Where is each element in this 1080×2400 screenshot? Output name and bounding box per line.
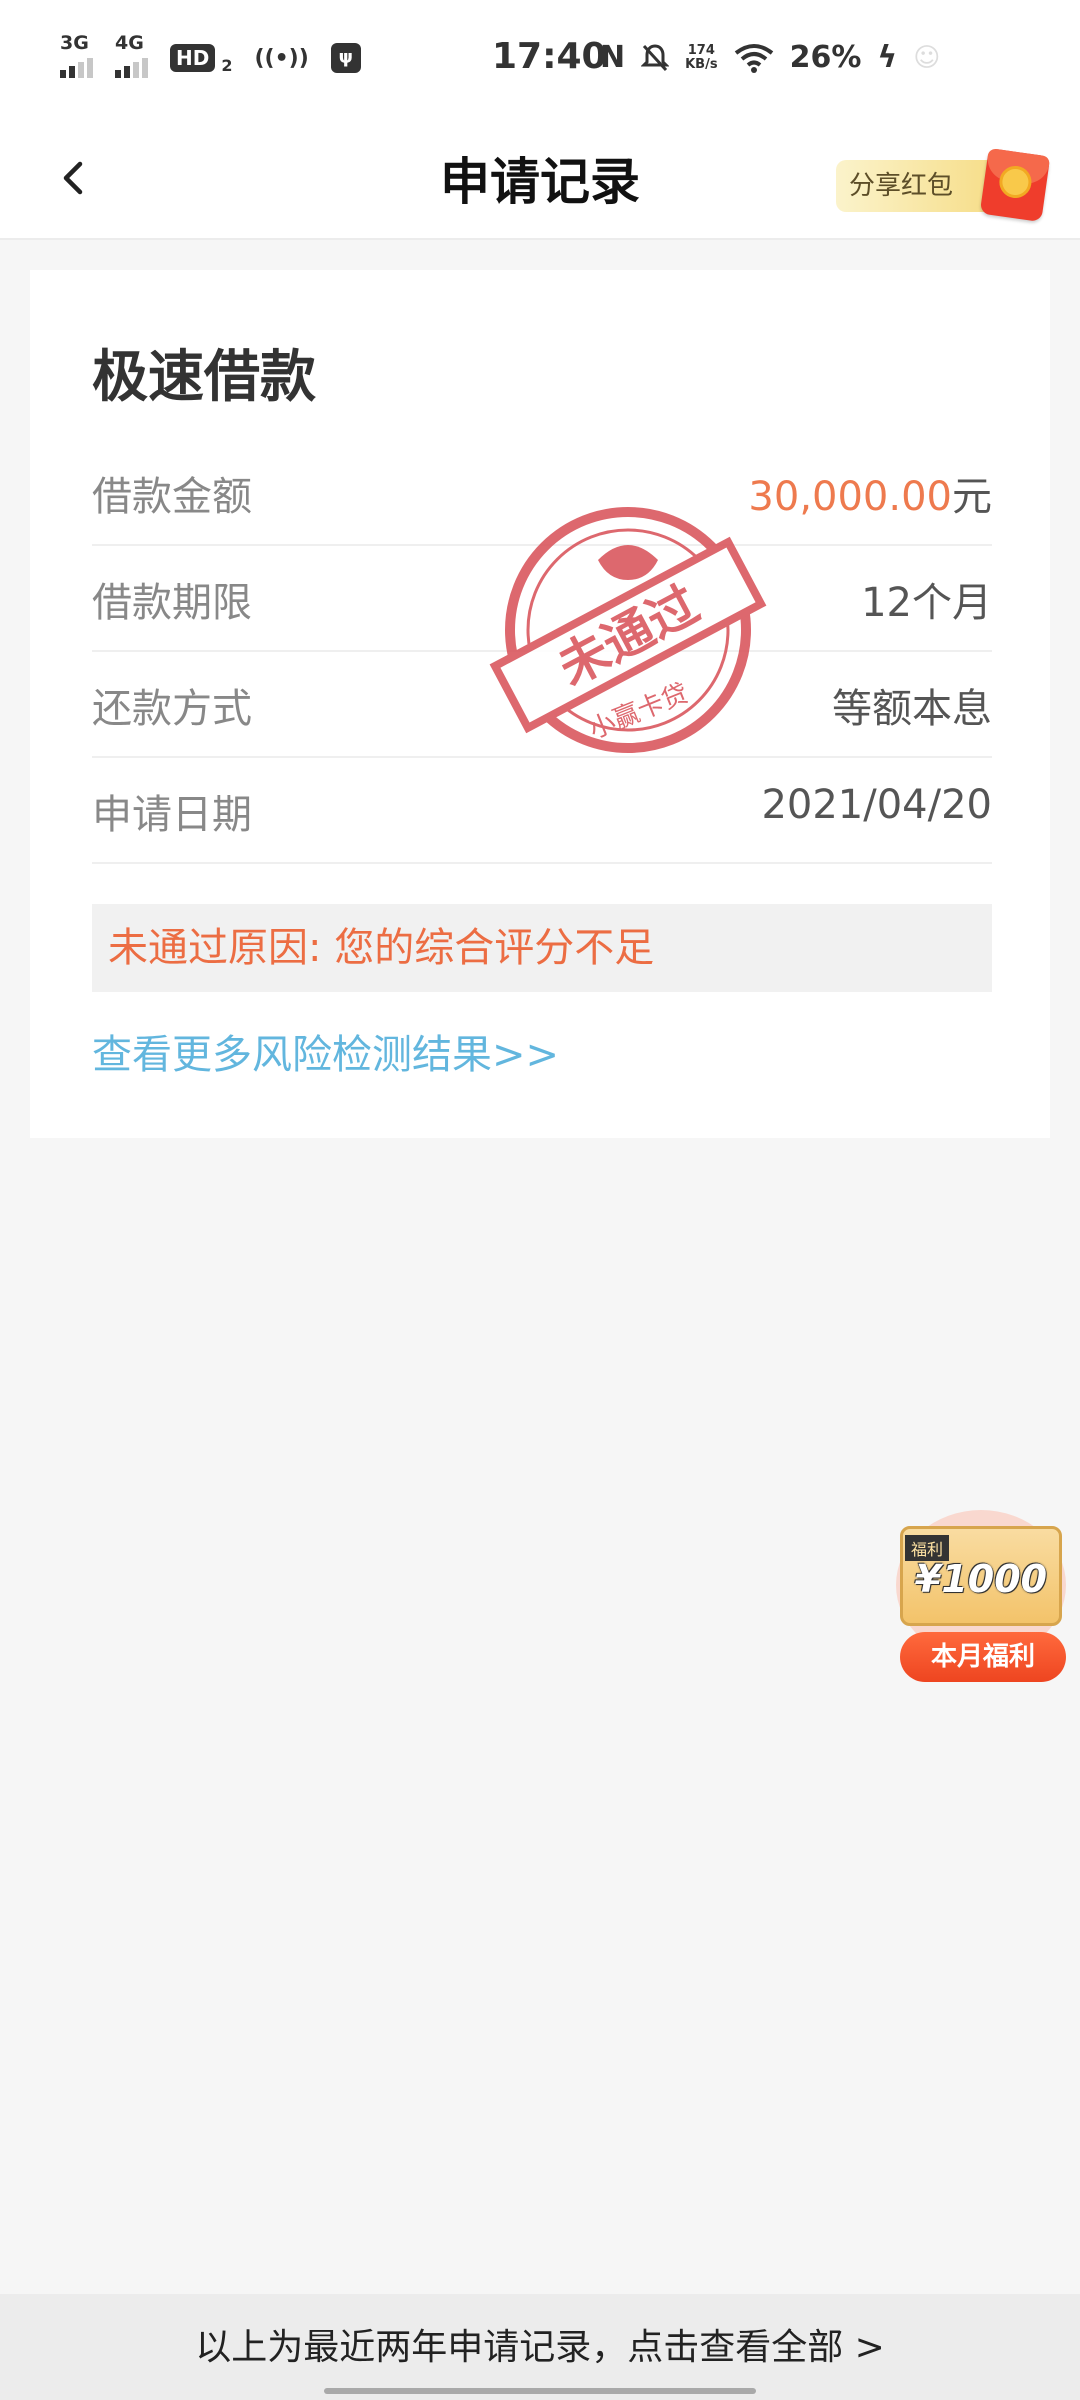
status-left: 3G 4G HD 2 ((•)) ψ	[60, 32, 361, 78]
view-all-records-text: 以上为最近两年申请记录，点击查看全部 >	[195, 2327, 885, 2368]
network-type-2: 4G	[115, 32, 144, 54]
application-record-card: 极速借款 借款金额 30,000.00元 借款期限 12个月 还款方式 等额本息…	[30, 270, 1050, 1138]
coupon-ticket-icon: 福利 ¥1000	[900, 1526, 1062, 1626]
detail-value: 等额本息	[832, 686, 992, 732]
net-speed: 174 KB/s	[685, 42, 718, 72]
hd-voice-sub: 2	[221, 55, 233, 75]
clock: 17:40	[492, 36, 607, 77]
reject-reason: 未通过原因: 您的综合评分不足	[92, 904, 992, 992]
notification-icon: ☺	[913, 42, 941, 73]
red-envelope-icon	[979, 148, 1051, 222]
hd-voice-icon: HD	[170, 44, 216, 72]
mute-bell-icon	[641, 43, 670, 71]
detail-row-term: 借款期限 12个月	[92, 544, 992, 652]
detail-value: 30,000.00元	[748, 464, 992, 522]
loan-amount: 30,000.00	[748, 474, 952, 520]
home-indicator[interactable]	[324, 2388, 756, 2394]
net-speed-unit: KB/s	[685, 56, 718, 72]
loan-product-title: 极速借款	[92, 345, 316, 410]
status-bar: 3G 4G HD 2 ((•)) ψ 17:40 N 174 KB/s 26% …	[0, 0, 1080, 120]
usb-icon: ψ	[330, 43, 361, 73]
view-all-records-bar[interactable]: 以上为最近两年申请记录，点击查看全部 >	[0, 2294, 1080, 2400]
detail-value: 2021/04/20	[761, 782, 992, 828]
net-speed-value: 174	[687, 42, 715, 58]
coupon-amount: ¥1000	[914, 1557, 1048, 1601]
detail-label: 还款方式	[92, 686, 252, 732]
share-red-packet-button[interactable]: 分享红包	[836, 148, 1051, 222]
wifi-icon	[734, 43, 773, 73]
monthly-benefit-widget[interactable]: 福利 ¥1000 本月福利	[886, 1510, 1080, 1696]
nav-bar: 申请记录 分享红包	[0, 120, 1080, 240]
detail-label: 申请日期	[92, 792, 252, 838]
charging-icon: ϟ	[877, 40, 898, 75]
detail-label: 借款期限	[92, 580, 252, 626]
detail-label: 借款金额	[92, 474, 252, 520]
monthly-benefit-button[interactable]: 本月福利	[900, 1632, 1066, 1682]
hotspot-icon: ((•))	[254, 45, 309, 71]
detail-row-date: 申请日期 2021/04/20	[92, 756, 992, 864]
battery-level: 26%	[789, 40, 862, 75]
signal-4g-icon: 4G	[115, 32, 148, 78]
detail-value: 12个月	[861, 580, 992, 626]
detail-row-repayment: 还款方式 等额本息	[92, 650, 992, 758]
nfc-icon: N	[600, 40, 626, 75]
signal-3g-icon: 3G	[60, 32, 93, 78]
risk-detection-link[interactable]: 查看更多风险检测结果>>	[92, 1022, 559, 1080]
network-type-1: 3G	[60, 32, 89, 54]
status-right: N 174 KB/s 26% ϟ ☺	[600, 40, 940, 75]
amount-unit: 元	[952, 474, 992, 520]
detail-row-amount: 借款金额 30,000.00元	[92, 438, 992, 546]
